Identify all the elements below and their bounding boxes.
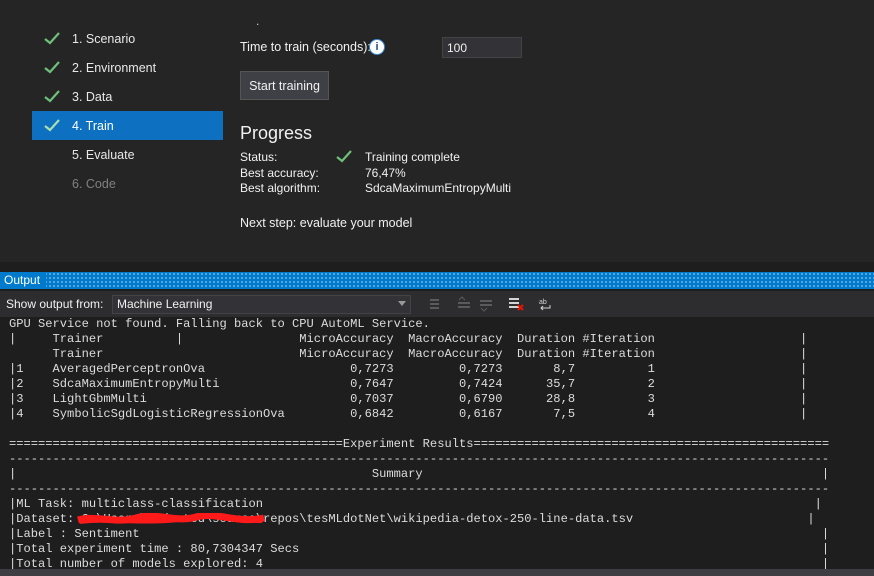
best-accuracy-label: Best accuracy: [240,166,319,180]
wizard-step-1[interactable]: 1. Scenario [32,24,223,53]
wizard-step-label: 4. Train [72,118,114,133]
best-algorithm-value: SdcaMaximumEntropyMulti [365,181,512,195]
start-training-button[interactable]: Start training [240,71,329,100]
next-step-text: Next step: evaluate your model [240,216,413,230]
horizontal-scrollbar[interactable] [0,569,874,576]
show-output-from-label: Show output from: [6,297,104,311]
word-wrap-icon[interactable]: ab [538,296,554,312]
output-text-area[interactable]: GPU Service not found. Falling back to C… [0,317,874,576]
wizard-step-label: 2. Environment [72,60,157,75]
svg-text:ab: ab [539,299,547,306]
time-to-train-label: Time to train (seconds): [240,40,371,54]
progress-heading: Progress [240,123,313,143]
wizard-step-label: 5. Evaluate [72,147,135,162]
best-accuracy-value: 76,47% [365,166,406,180]
wizard-step-label: 1. Scenario [72,31,136,46]
check-icon [336,150,352,163]
output-panel-title: Output [0,272,47,289]
check-icon [32,90,72,103]
find-message-icon[interactable] [427,296,443,312]
status-label: Status: [240,150,278,164]
next-message-icon[interactable] [478,296,494,312]
best-algorithm-label: Best algorithm: [240,181,321,195]
wizard-step-4[interactable]: 4. Train [32,111,223,140]
previous-message-icon[interactable] [456,296,472,312]
wizard-step-6: 6. Code [32,169,223,198]
output-toolbar: Show output from: Machine Learning ab [0,291,874,317]
check-icon [32,32,72,45]
output-source-value: Machine Learning [117,297,213,311]
wizard-step-label: 3. Data [72,89,113,104]
time-to-train-input[interactable] [442,37,522,58]
check-icon [32,61,72,74]
output-log: GPU Service not found. Falling back to C… [9,317,830,571]
wizard-step-3[interactable]: 3. Data [32,82,223,111]
dot-mark: . [256,14,260,28]
wizard-steps: 1. Scenario 2. Environment 3. Data 4. Train… [32,24,223,198]
wizard-step-label: 6. Code [72,176,116,191]
status-value: Training complete [365,150,460,164]
wizard-step-5[interactable]: 5. Evaluate [32,140,223,169]
info-icon[interactable]: i [369,39,385,55]
wizard-step-2[interactable]: 2. Environment [32,53,223,82]
clear-all-icon[interactable] [508,296,524,312]
check-icon [32,119,72,132]
wizard-panel: 1. Scenario 2. Environment 3. Data 4. Train… [0,0,874,262]
chevron-down-icon [398,301,406,306]
output-source-select[interactable]: Machine Learning [112,295,411,314]
output-panel-titlebar[interactable]: Output [0,272,874,289]
